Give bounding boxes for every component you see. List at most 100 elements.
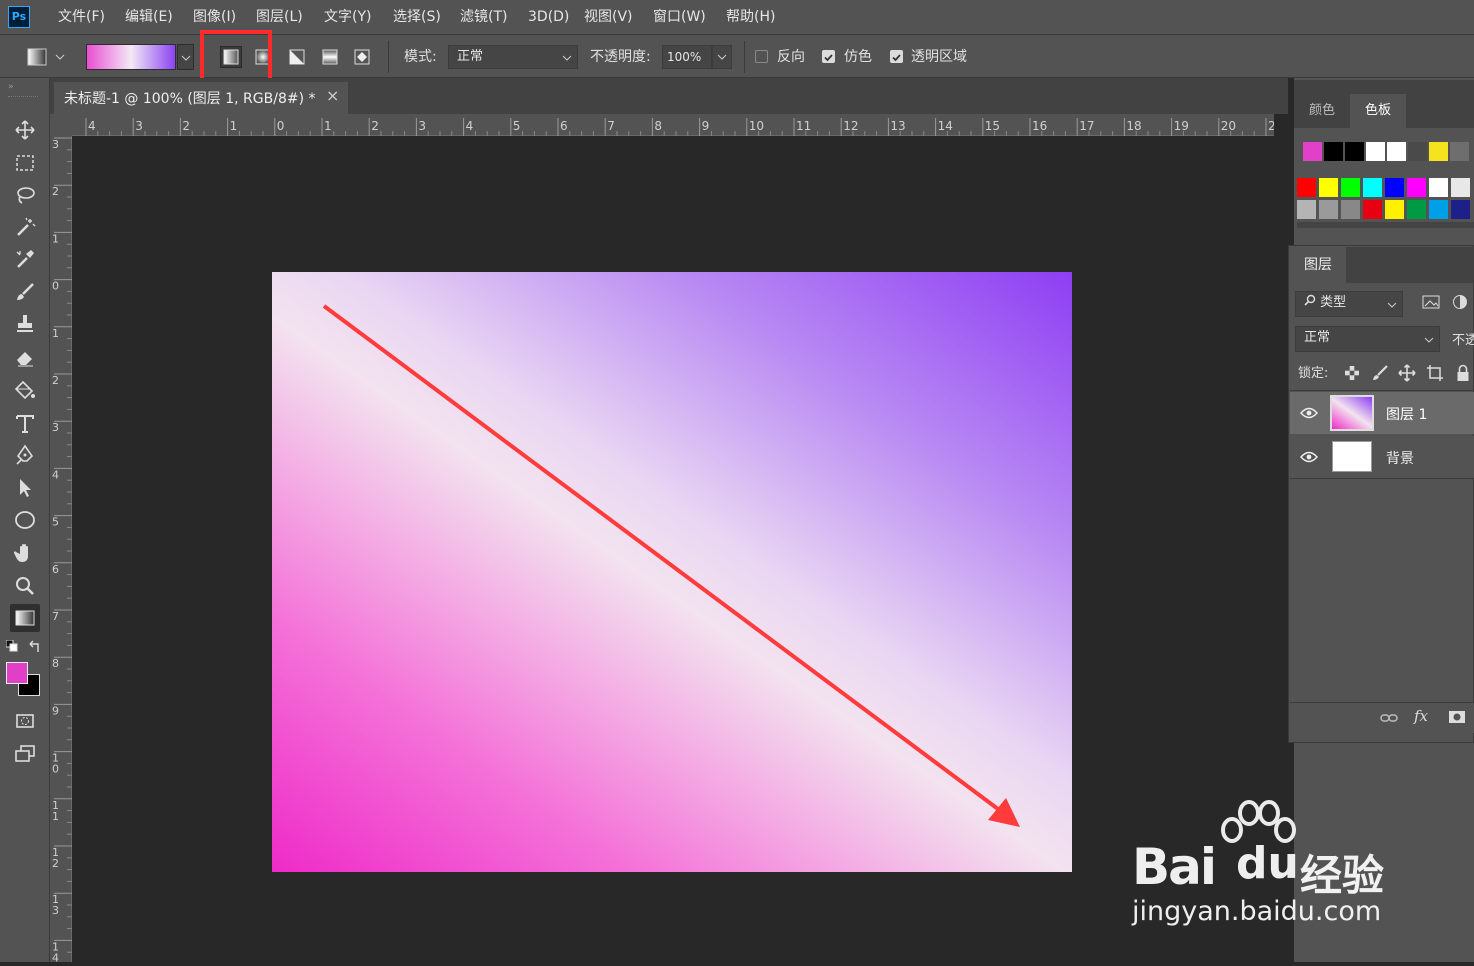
link-icon[interactable] — [1380, 712, 1398, 724]
quick-mask-button[interactable] — [10, 707, 40, 735]
color-swatch[interactable] — [1407, 200, 1426, 219]
lock-artboard-icon[interactable] — [1426, 364, 1444, 386]
tab-layers[interactable]: 图层 — [1290, 247, 1346, 283]
layer-row-background[interactable]: 背景 — [1290, 436, 1474, 479]
toolbar-separator — [388, 41, 389, 73]
menu-image[interactable]: 图像(I) — [193, 0, 236, 34]
color-swatch[interactable] — [1363, 178, 1382, 197]
color-swatch[interactable] — [1429, 142, 1448, 161]
menu-3d[interactable]: 3D(D) — [528, 0, 569, 34]
color-swatch[interactable] — [1297, 178, 1316, 197]
foreground-color-swatch[interactable] — [6, 662, 28, 684]
hand-tool[interactable] — [10, 539, 40, 567]
eye-icon[interactable] — [1300, 406, 1318, 420]
layer-filter-select[interactable]: 类型 — [1295, 291, 1403, 317]
paint-bucket-tool[interactable] — [10, 376, 40, 404]
marquee-tool[interactable] — [10, 149, 40, 177]
color-swatch[interactable] — [1341, 200, 1360, 219]
color-swatch[interactable] — [1319, 200, 1338, 219]
color-swatch[interactable] — [1407, 178, 1426, 197]
move-tool[interactable] — [10, 116, 40, 144]
opacity-input[interactable]: 100% — [662, 45, 712, 69]
menu-select[interactable]: 选择(S) — [393, 0, 441, 34]
color-swatch[interactable] — [1324, 142, 1343, 161]
eyedropper-tool[interactable] — [10, 245, 40, 273]
lock-position-icon[interactable] — [1398, 364, 1416, 386]
layer-row-layer1[interactable]: 图层 1 — [1290, 392, 1474, 434]
tool-preset-picker[interactable] — [26, 46, 66, 68]
ruler-label: 0 — [277, 119, 285, 133]
color-swatch[interactable] — [1297, 200, 1316, 219]
color-swatch[interactable] — [1429, 200, 1448, 219]
menu-layer[interactable]: 图层(L) — [256, 0, 303, 34]
reflected-gradient-button[interactable] — [319, 46, 341, 68]
menu-edit[interactable]: 编辑(E) — [125, 0, 173, 34]
dock-header[interactable] — [1294, 80, 1474, 94]
default-colors-icon[interactable] — [5, 639, 18, 652]
color-swatch[interactable] — [1385, 178, 1404, 197]
stamp-tool[interactable] — [10, 310, 40, 338]
color-swatch[interactable] — [1451, 200, 1470, 219]
image-filter-icon[interactable] — [1422, 294, 1440, 314]
color-swatch[interactable] — [1341, 178, 1360, 197]
magic-wand-icon — [17, 217, 36, 236]
watermark-url: jingyan.baidu.com — [1132, 896, 1382, 927]
dither-checkbox[interactable] — [822, 50, 835, 63]
fx-icon[interactable]: fx — [1414, 707, 1428, 725]
blend-mode-select[interactable]: 正常 — [1295, 326, 1440, 352]
eye-icon[interactable] — [1300, 450, 1318, 464]
horizontal-ruler[interactable]: 4 3 2 1 0 1 2 3 4 5 6 7 8 9 10 11 12 13 14 15 16 17 18 19 20 2 — [72, 114, 1302, 136]
ruler-label: 2 — [371, 119, 379, 133]
lock-all-icon[interactable] — [1456, 364, 1470, 386]
lock-pixels-icon[interactable] — [1372, 365, 1388, 385]
ellipse-tool[interactable] — [10, 506, 40, 534]
reverse-checkbox[interactable] — [755, 50, 768, 63]
lasso-tool[interactable] — [10, 181, 40, 209]
zoom-tool[interactable] — [10, 572, 40, 600]
vertical-ruler[interactable]: 32101234567891011121314 — [50, 136, 72, 965]
color-swatch[interactable] — [1385, 200, 1404, 219]
screen-mode-button[interactable] — [10, 740, 40, 768]
adjustment-filter-icon[interactable] — [1452, 294, 1468, 314]
tab-color[interactable]: 颜色 — [1294, 94, 1350, 128]
mask-icon[interactable] — [1448, 710, 1466, 724]
gradient-preview[interactable] — [86, 44, 176, 70]
toolbox-collapse-icon[interactable]: » — [8, 82, 14, 92]
path-selection-tool[interactable] — [10, 474, 40, 502]
path-selection-arrow-icon — [20, 479, 31, 497]
gradient-picker-dropdown[interactable] — [177, 44, 194, 70]
color-swatch[interactable] — [1408, 142, 1427, 161]
mode-select[interactable]: 正常 — [448, 45, 578, 69]
menu-filter[interactable]: 滤镜(T) — [460, 0, 507, 34]
opacity-dropdown[interactable] — [712, 45, 732, 69]
tab-swatches[interactable]: 色板 — [1350, 94, 1406, 128]
brush-tool[interactable] — [10, 278, 40, 306]
menu-view[interactable]: 视图(V) — [584, 0, 633, 34]
lock-transparent-icon[interactable] — [1344, 365, 1360, 385]
menu-file[interactable]: 文件(F) — [58, 0, 105, 34]
diamond-gradient-button[interactable] — [351, 46, 373, 68]
toolbox-grip[interactable] — [8, 96, 38, 100]
gradient-tool[interactable] — [10, 604, 40, 632]
menu-type[interactable]: 文字(Y) — [324, 0, 371, 34]
color-swatch[interactable] — [1363, 200, 1382, 219]
eraser-tool[interactable] — [10, 343, 40, 371]
pen-tool[interactable] — [10, 441, 40, 469]
color-swatch[interactable] — [1451, 178, 1470, 197]
type-tool[interactable] — [10, 410, 40, 438]
color-swatch[interactable] — [1366, 142, 1385, 161]
document-tab[interactable]: 未标题-1 @ 100% (图层 1, RGB/8#) * × — [54, 82, 348, 114]
transparency-checkbox[interactable] — [890, 50, 903, 63]
magic-wand-tool[interactable] — [10, 213, 40, 241]
color-swatch[interactable] — [1450, 142, 1469, 161]
swap-colors-icon[interactable] — [28, 640, 42, 654]
color-swatch[interactable] — [1429, 178, 1448, 197]
color-swatch[interactable] — [1319, 178, 1338, 197]
menu-window[interactable]: 窗口(W) — [653, 0, 706, 34]
menu-help[interactable]: 帮助(H) — [726, 0, 775, 34]
color-swatch[interactable] — [1345, 142, 1364, 161]
angle-gradient-button[interactable] — [286, 46, 308, 68]
color-swatch[interactable] — [1387, 142, 1406, 161]
close-icon[interactable]: × — [326, 86, 339, 105]
color-swatch[interactable] — [1303, 142, 1322, 161]
